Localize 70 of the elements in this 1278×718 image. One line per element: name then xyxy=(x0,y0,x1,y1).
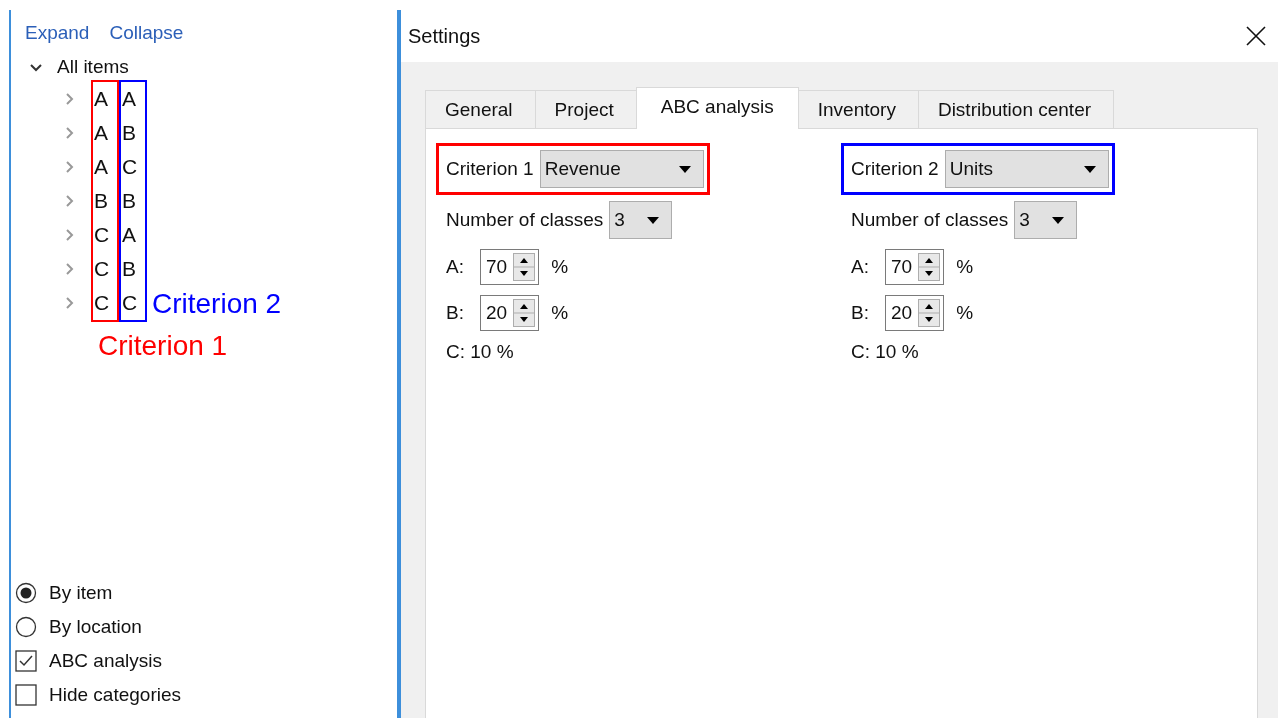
radio-button[interactable] xyxy=(15,616,37,638)
spin-value: 70 xyxy=(891,256,913,278)
link[interactable]: Expand xyxy=(25,22,90,44)
option-label[interactable]: ABC analysis xyxy=(49,650,162,672)
class-letter: A xyxy=(94,120,109,146)
option-label[interactable]: By location xyxy=(49,616,142,638)
class-letter: B xyxy=(122,120,137,146)
class-letter: B xyxy=(122,188,137,214)
link[interactable]: Collapse xyxy=(109,22,184,44)
field-label: C: 10 % xyxy=(851,341,920,363)
unit-label: % xyxy=(956,302,974,324)
class-letter: A xyxy=(94,86,109,112)
tab[interactable]: Distribution center xyxy=(917,90,1115,128)
dropdown-value: 3 xyxy=(614,209,625,231)
dropdown-arrow-icon xyxy=(1052,216,1065,224)
dropdown-value: Units xyxy=(949,158,993,180)
spinner-arrows-icon xyxy=(513,299,536,327)
spin-box[interactable]: 70 xyxy=(480,249,540,285)
class-letter: A xyxy=(122,86,137,112)
spinner-arrows-icon xyxy=(918,299,941,327)
unit-label: % xyxy=(956,256,974,278)
field-label: B: xyxy=(446,302,465,324)
close-icon[interactable] xyxy=(1246,26,1266,46)
spinner-arrows-icon xyxy=(918,253,941,281)
class-letter: C xyxy=(94,290,111,316)
annotation-label: Criterion 2 xyxy=(152,288,282,320)
class-letter: A xyxy=(122,222,137,248)
dropdown[interactable]: 3 xyxy=(609,201,673,239)
field-label: A: xyxy=(446,256,465,278)
annotation-label: Criterion 1 xyxy=(98,330,229,362)
dropdown-arrow-icon xyxy=(647,216,660,224)
tab[interactable]: ABC analysis xyxy=(635,87,799,129)
dropdown-arrow-icon xyxy=(678,165,691,173)
spin-value: 20 xyxy=(486,302,508,324)
spin-value: 20 xyxy=(891,302,913,324)
dropdown-value: Revenue xyxy=(544,158,621,180)
class-letter: B xyxy=(94,188,109,214)
spinner-arrows-icon xyxy=(513,253,536,281)
class-letter: C xyxy=(94,222,111,248)
radio-button[interactable] xyxy=(15,582,37,604)
field-label: A: xyxy=(851,256,870,278)
field-label: Number of classes xyxy=(446,209,604,231)
tree-item[interactable]: All items xyxy=(57,56,129,78)
dropdown[interactable]: Units xyxy=(944,150,1109,188)
checkbox[interactable] xyxy=(15,650,37,672)
dropdown-arrow-icon xyxy=(1083,165,1096,173)
field-label: Number of classes xyxy=(851,209,1009,231)
class-letter: C xyxy=(122,290,139,316)
dropdown-value: 3 xyxy=(1019,209,1030,231)
option-label[interactable]: Hide categories xyxy=(49,684,182,706)
tab[interactable]: General xyxy=(425,90,536,128)
spin-box[interactable]: 20 xyxy=(480,295,540,331)
dropdown[interactable]: 3 xyxy=(1014,201,1078,239)
field-label: Criterion 2 xyxy=(851,158,939,180)
class-letter: A xyxy=(94,154,109,180)
spin-box[interactable]: 20 xyxy=(885,295,945,331)
option-label[interactable]: By item xyxy=(49,582,113,604)
unit-label: % xyxy=(551,302,569,324)
dropdown[interactable]: Revenue xyxy=(539,150,704,188)
class-letter: C xyxy=(122,154,139,180)
field-label: B: xyxy=(851,302,870,324)
unit-label: % xyxy=(551,256,569,278)
spin-value: 70 xyxy=(486,256,508,278)
class-letter: B xyxy=(122,256,137,282)
checkbox[interactable] xyxy=(15,684,37,706)
window-title: Settings xyxy=(408,24,481,48)
field-label: C: 10 % xyxy=(446,341,515,363)
spin-box[interactable]: 70 xyxy=(885,249,945,285)
class-letter: C xyxy=(94,256,111,282)
field-label: Criterion 1 xyxy=(446,158,534,180)
